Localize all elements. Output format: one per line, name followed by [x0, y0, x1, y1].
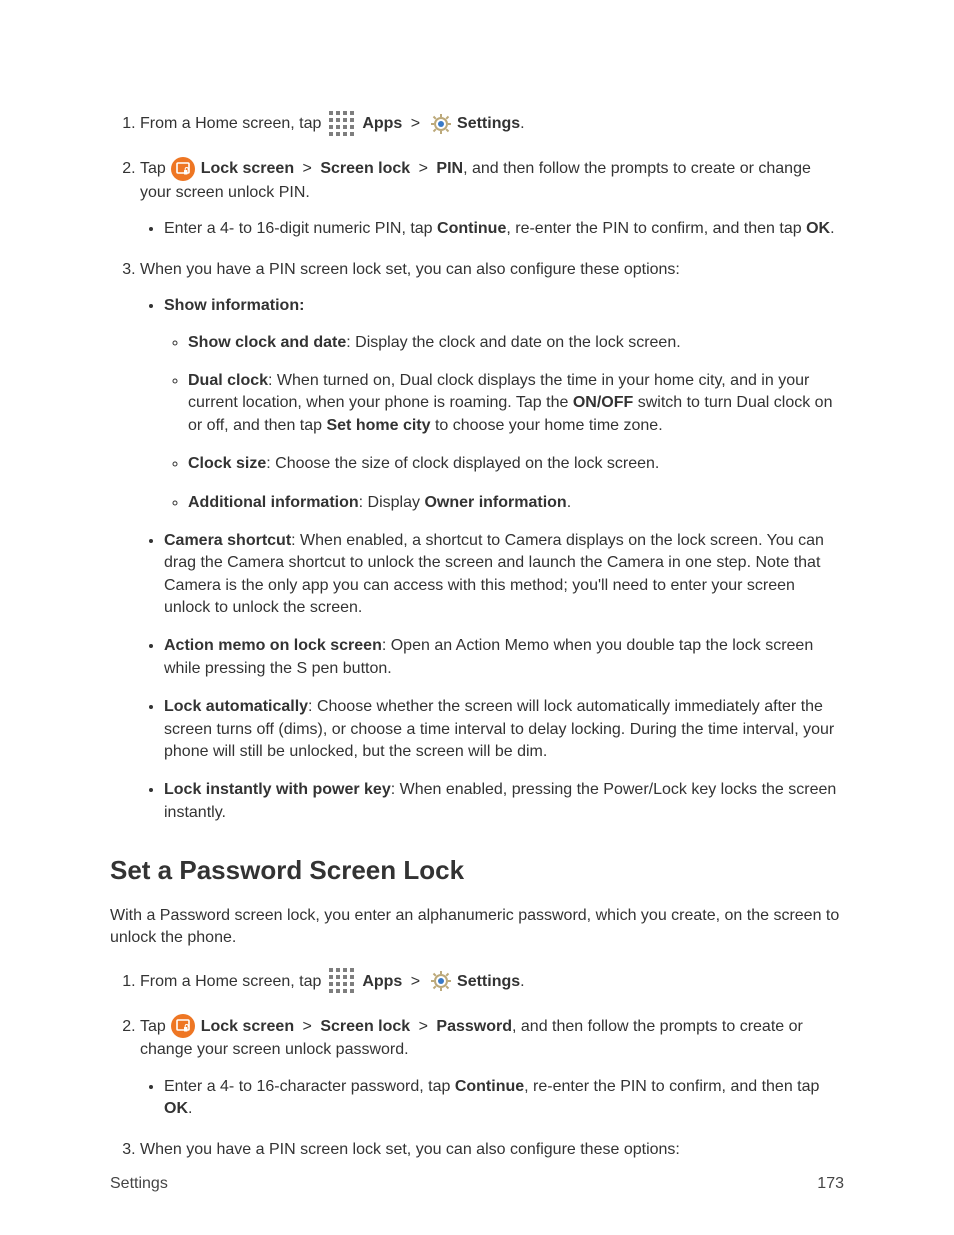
ok-label: OK — [164, 1100, 188, 1117]
owner-information-label: Owner information — [424, 494, 566, 511]
lock-instantly-item: Lock instantly with power key: When enab… — [164, 779, 844, 824]
step2-password-sublist: Enter a 4- to 16-character password, tap… — [140, 1076, 844, 1121]
step3-intro: When you have a PIN screen lock set, you… — [140, 261, 680, 278]
clock-size-item: Clock size: Choose the size of clock dis… — [188, 453, 844, 475]
page-footer: Settings 173 — [110, 1173, 844, 1195]
show-info-sublist: Show clock and date: Display the clock a… — [164, 332, 844, 514]
clock-date-text: : Display the clock and date on the lock… — [346, 334, 680, 351]
dual-clock-item: Dual clock: When turned on, Dual clock d… — [188, 370, 844, 437]
clock-date-label: Show clock and date — [188, 334, 346, 351]
show-clock-date-item: Show clock and date: Display the clock a… — [188, 332, 844, 354]
tap-text: Tap — [140, 160, 166, 177]
period: . — [520, 115, 524, 132]
screen-lock-label: Screen lock — [320, 1018, 410, 1035]
settings-label: Settings — [457, 973, 520, 990]
show-info-label: Show information: — [164, 297, 304, 314]
password-intro-paragraph: With a Password screen lock, you enter a… — [110, 905, 844, 950]
period: . — [830, 220, 834, 237]
onoff-label: ON/OFF — [573, 394, 633, 411]
separator-gt: > — [303, 1018, 312, 1035]
action-label: Action memo on lock screen — [164, 637, 382, 654]
step1-text: From a Home screen, tap — [140, 973, 321, 990]
clock-size-text: : Choose the size of clock displayed on … — [266, 455, 659, 472]
step-2-password: Tap Lock screen > Screen lock > Password… — [140, 1013, 844, 1120]
lock-auto-label: Lock automatically — [164, 698, 308, 715]
period: . — [188, 1100, 192, 1117]
step-2-pin: Tap Lock screen > Screen lock > PIN, and… — [140, 156, 844, 241]
separator-gt: > — [419, 160, 428, 177]
lock-screen-icon — [170, 1013, 196, 1039]
enter-pre: Enter a 4- to 16-digit numeric PIN, tap — [164, 220, 437, 237]
password-label: Password — [436, 1018, 512, 1035]
lock-screen-label: Lock screen — [201, 160, 294, 177]
step-1-password: From a Home screen, tap Apps > — [140, 967, 844, 995]
show-information-item: Show information: Show clock and date: D… — [164, 295, 844, 514]
step-1: From a Home screen, tap Apps > — [140, 110, 844, 138]
settings-gear-icon — [429, 112, 453, 136]
clock-size-label: Clock size — [188, 455, 266, 472]
password-steps-list: From a Home screen, tap Apps > — [110, 967, 844, 1161]
additional-tail: . — [567, 494, 571, 511]
dual-clock-label: Dual clock — [188, 372, 268, 389]
enter-pin-item: Enter a 4- to 16-digit numeric PIN, tap … — [164, 218, 844, 240]
lock-automatically-item: Lock automatically: Choose whether the s… — [164, 696, 844, 763]
settings-label: Settings — [457, 115, 520, 132]
separator-gt: > — [419, 1018, 428, 1035]
enter-pre: Enter a 4- to 16-character password, tap — [164, 1078, 455, 1095]
screen-lock-label: Screen lock — [320, 160, 410, 177]
apps-label: Apps — [362, 115, 402, 132]
apps-label: Apps — [362, 973, 402, 990]
pin-label: PIN — [436, 160, 463, 177]
step2-sublist: Enter a 4- to 16-digit numeric PIN, tap … — [140, 218, 844, 240]
tap-text: Tap — [140, 1018, 166, 1035]
apps-grid-icon — [328, 967, 356, 995]
settings-gear-icon — [429, 969, 453, 993]
footer-section-label: Settings — [110, 1173, 168, 1195]
enter-password-item: Enter a 4- to 16-character password, tap… — [164, 1076, 844, 1121]
separator-gt: > — [411, 973, 420, 990]
enter-mid: , re-enter the PIN to confirm, and then … — [506, 220, 806, 237]
apps-grid-icon — [328, 110, 356, 138]
dual-clock-tail: to choose your home time zone. — [431, 417, 663, 434]
pin-steps-list: From a Home screen, tap Apps > — [110, 110, 844, 824]
step-3-pin: When you have a PIN screen lock set, you… — [140, 259, 844, 824]
step1-text: From a Home screen, tap — [140, 115, 321, 132]
enter-mid: , re-enter the PIN to confirm, and then … — [524, 1078, 819, 1095]
footer-page-number: 173 — [817, 1173, 844, 1195]
additional-info-item: Additional information: Display Owner in… — [188, 492, 844, 514]
continue-label: Continue — [437, 220, 506, 237]
step-3-password: When you have a PIN screen lock set, you… — [140, 1139, 844, 1161]
document-page: From a Home screen, tap Apps > — [0, 0, 954, 1235]
continue-label: Continue — [455, 1078, 524, 1095]
period: . — [520, 973, 524, 990]
separator-gt: > — [411, 115, 420, 132]
additional-pre: : Display — [359, 494, 425, 511]
camera-shortcut-item: Camera shortcut: When enabled, a shortcu… — [164, 530, 844, 620]
additional-label: Additional information — [188, 494, 359, 511]
lock-screen-icon — [170, 156, 196, 182]
step3-sublist: Show information: Show clock and date: D… — [140, 295, 844, 824]
set-home-city-label: Set home city — [326, 417, 430, 434]
camera-label: Camera shortcut — [164, 532, 291, 549]
action-memo-item: Action memo on lock screen: Open an Acti… — [164, 635, 844, 680]
separator-gt: > — [303, 160, 312, 177]
lock-instant-label: Lock instantly with power key — [164, 781, 391, 798]
ok-label: OK — [806, 220, 830, 237]
step3-password-intro: When you have a PIN screen lock set, you… — [140, 1141, 680, 1158]
section-heading-password: Set a Password Screen Lock — [110, 852, 844, 888]
lock-screen-label: Lock screen — [201, 1018, 294, 1035]
